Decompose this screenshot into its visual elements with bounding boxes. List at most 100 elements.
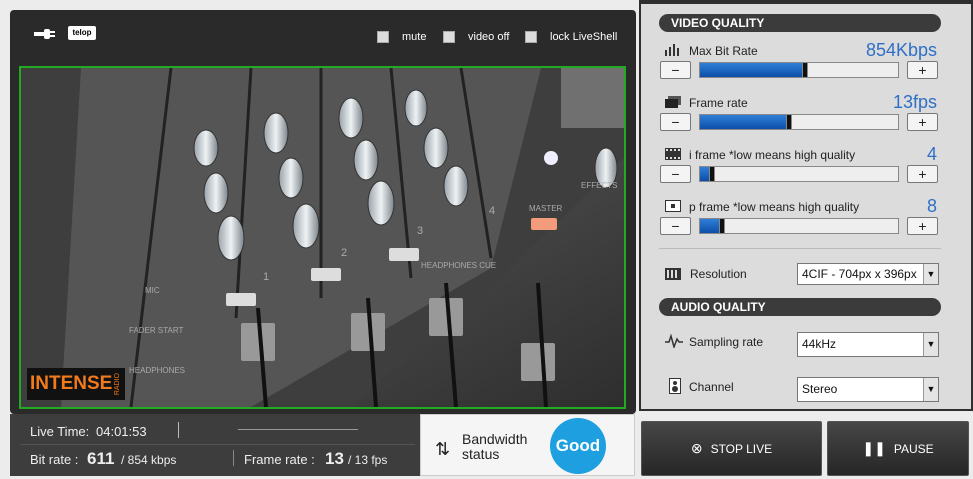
plug-icon[interactable] xyxy=(32,26,56,42)
channel-select[interactable]: Stereo ▼ xyxy=(797,377,939,402)
sampling-rate-select-value: 44kHz xyxy=(802,337,837,351)
status-divider-2 xyxy=(233,450,234,466)
sampling-rate-label: Sampling rate xyxy=(689,335,764,349)
channel-select-value: Stereo xyxy=(802,382,838,396)
video-off-checkbox[interactable] xyxy=(443,31,455,43)
p-frame-slider-thumb[interactable] xyxy=(719,218,725,234)
pframe-icon xyxy=(665,200,681,212)
frame-rate-label: Frame rate xyxy=(689,96,748,110)
mute-label: mute xyxy=(402,31,427,43)
i-frame-slider[interactable] xyxy=(699,166,899,182)
video-panel: telop mute video off lock LiveShell 1 2 … xyxy=(10,10,636,414)
chevron-down-icon[interactable]: ▼ xyxy=(923,264,938,284)
stop-live-label: STOP LIVE xyxy=(710,441,773,456)
bandwidth-state-badge: Good xyxy=(550,418,606,474)
updown-arrows-icon: ⇅ xyxy=(435,439,451,459)
p-frame-slider[interactable] xyxy=(699,218,899,234)
resolution-select-value: 4CIF - 704px x 396px xyxy=(802,267,917,281)
max-bitrate-value: 854Kbps xyxy=(865,40,937,60)
pause-button[interactable]: ❚❚ PAUSE xyxy=(827,421,969,476)
mixer-label-mic: MIC xyxy=(145,286,160,295)
i-frame-slider-thumb[interactable] xyxy=(709,166,715,182)
pause-icon: ❚❚ xyxy=(862,440,886,456)
bitrate-value: 611 xyxy=(87,449,115,468)
video-quality-header: VIDEO QUALITY xyxy=(659,14,941,32)
p-frame-label: p frame *low means high quality xyxy=(689,200,860,214)
resolution-label: Resolution xyxy=(690,267,747,281)
chevron-down-icon[interactable]: ▼ xyxy=(923,333,938,356)
frame-rate-slider-thumb[interactable] xyxy=(786,114,792,130)
max-bitrate-slider-fill xyxy=(700,63,803,77)
live-time-label: Live Time: xyxy=(30,424,90,439)
status-row-divider xyxy=(20,444,415,445)
p-frame-slider-fill xyxy=(700,219,720,233)
audio-quality-header: AUDIO QUALITY xyxy=(659,298,941,316)
bandwidth-status-box: ⇅ Bandwidth status Good xyxy=(420,414,635,476)
resolution-icon xyxy=(665,268,681,280)
resolution-select[interactable]: 4CIF - 704px x 396px ▼ xyxy=(797,263,939,285)
bandwidth-label-line2: status xyxy=(462,446,500,462)
frame-rate-decrease-button[interactable]: − xyxy=(660,113,691,131)
mixer-label-3: 3 xyxy=(417,225,423,237)
status-divider xyxy=(178,422,179,438)
broadcast-off-icon: ⊗ xyxy=(690,440,703,456)
logo-main-text: INTENSE xyxy=(30,373,113,394)
mixer-label-master: MASTER xyxy=(529,204,563,213)
framerate-max: / 13 fps xyxy=(348,453,388,467)
mixer-label-1: 1 xyxy=(263,271,269,283)
lock-liveshell-label: lock LiveShell xyxy=(550,31,618,43)
p-frame-increase-button[interactable]: + xyxy=(907,217,938,235)
i-frame-value: 4 xyxy=(926,144,937,164)
stop-live-button[interactable]: ⊗ STOP LIVE xyxy=(641,421,822,476)
speaker-icon xyxy=(669,378,681,394)
frame-rate-slider-fill xyxy=(700,115,787,129)
logo-sub-text: RADIO xyxy=(114,372,122,396)
waveform-icon xyxy=(665,334,683,348)
channel-label: Channel xyxy=(689,380,734,394)
lock-liveshell-checkbox[interactable] xyxy=(525,31,537,43)
film-icon xyxy=(665,148,681,160)
telop-icon[interactable]: telop xyxy=(68,26,96,40)
max-bitrate-decrease-button[interactable]: − xyxy=(660,61,691,79)
bars-icon xyxy=(665,44,679,56)
max-bitrate-slider[interactable] xyxy=(699,62,899,78)
max-bitrate-label: Max Bit Rate xyxy=(689,44,758,58)
mixer-label-2: 2 xyxy=(341,247,347,259)
video-toolbar: telop mute video off lock LiveShell xyxy=(10,10,636,62)
bitrate-label: Bit rate : xyxy=(30,452,79,467)
frame-rate-increase-button[interactable]: + xyxy=(907,113,938,131)
panel-divider xyxy=(659,248,941,249)
intense-radio-logo: INTENSE RADIO xyxy=(27,368,125,400)
chevron-down-icon[interactable]: ▼ xyxy=(923,378,938,401)
bitrate-max: / 854 kbps xyxy=(121,453,177,467)
i-frame-decrease-button[interactable]: − xyxy=(660,165,691,183)
frames-icon xyxy=(665,96,681,108)
stream-status-bar: Live Time: 04:01:53 Bit rate : 611 / 854… xyxy=(10,414,420,476)
mixer-label-effects: EFFECTS xyxy=(581,181,617,190)
sampling-rate-select[interactable]: 44kHz ▼ xyxy=(797,332,939,357)
mixer-label-fader-start: FADER START xyxy=(129,326,183,335)
i-frame-increase-button[interactable]: + xyxy=(907,165,938,183)
bandwidth-label-line1: Bandwidth xyxy=(462,431,528,447)
max-bitrate-increase-button[interactable]: + xyxy=(907,61,938,79)
quality-settings-panel: VIDEO QUALITY Max Bit Rate 854Kbps − + F… xyxy=(639,0,973,411)
video-preview: 1 2 3 4 HEADPHONES CUE MASTER EFFECTS FA… xyxy=(19,66,626,409)
bandwidth-label: Bandwidth status xyxy=(462,432,527,462)
p-frame-value: 8 xyxy=(926,196,937,216)
frame-rate-value: 13fps xyxy=(892,92,937,112)
max-bitrate-slider-thumb[interactable] xyxy=(802,62,808,78)
video-off-label: video off xyxy=(468,31,510,43)
p-frame-decrease-button[interactable]: − xyxy=(660,217,691,235)
pause-label: PAUSE xyxy=(893,441,934,456)
mixer-label-headphones-cue: HEADPHONES CUE xyxy=(421,261,496,270)
i-frame-label: i frame *low means high quality xyxy=(689,148,856,162)
mixer-label-4: 4 xyxy=(489,205,495,217)
framerate-value: 13 xyxy=(325,449,344,468)
live-progress-line xyxy=(238,429,358,430)
frame-rate-slider[interactable] xyxy=(699,114,899,130)
mixer-label-headphones: HEADPHONES xyxy=(129,366,185,375)
mute-checkbox[interactable] xyxy=(377,31,389,43)
framerate-label: Frame rate : xyxy=(244,452,315,467)
live-time-value: 04:01:53 xyxy=(96,424,147,439)
mixer-image: 1 2 3 4 HEADPHONES CUE MASTER EFFECTS FA… xyxy=(21,68,624,407)
